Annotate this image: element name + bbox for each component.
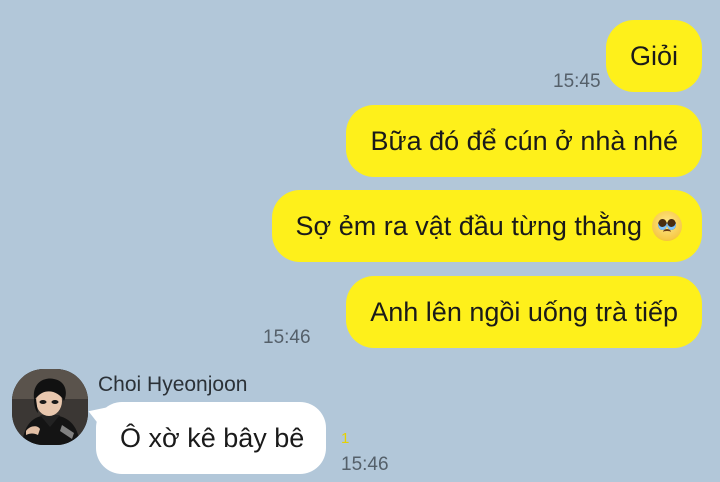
message-timestamp: 15:45 <box>553 71 601 92</box>
message-text: Bữa đó để cún ở nhà nhé <box>370 125 678 156</box>
message-text: Sợ ẻm ra vật đầu từng thằng <box>295 210 642 241</box>
incoming-message-bubble[interactable]: Ô xờ kê bây bê <box>96 402 327 474</box>
message-timestamp: 15:46 <box>341 454 389 475</box>
sender-name: Choi Hyeonjoon <box>98 373 248 396</box>
message-text: Giỏi <box>629 40 678 71</box>
message-text: Anh lên ngồi uống trà tiếp <box>370 296 678 327</box>
profile-photo <box>12 369 88 445</box>
unread-count: 1 <box>341 430 350 447</box>
pleading-face-icon <box>652 211 682 241</box>
avatar[interactable] <box>12 369 88 445</box>
message-text: Ô xờ kê bây bê <box>120 422 305 453</box>
message-timestamp: 15:46 <box>263 327 311 348</box>
outgoing-message-bubble[interactable]: Sợ ẻm ra vật đầu từng thằng <box>271 190 702 262</box>
outgoing-message-bubble[interactable]: Bữa đó để cún ở nhà nhé <box>346 105 702 177</box>
outgoing-message-bubble[interactable]: Anh lên ngồi uống trà tiếp <box>346 276 702 348</box>
outgoing-message-bubble[interactable]: Giỏi <box>605 20 702 92</box>
